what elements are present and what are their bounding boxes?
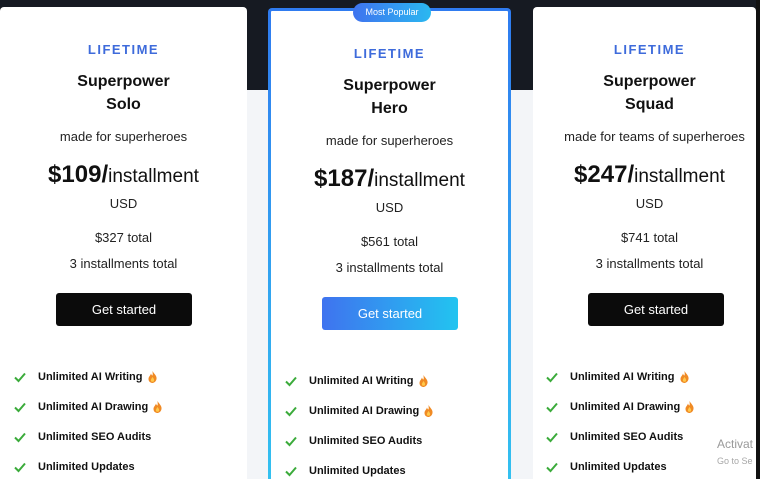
plan-tagline: made for teams of superheroes xyxy=(564,129,745,144)
feature-label: Unlimited AI Writing xyxy=(38,371,143,383)
feature-label: Unlimited SEO Audits xyxy=(570,431,684,443)
fire-icon xyxy=(685,401,694,413)
check-icon xyxy=(14,372,26,383)
plan-card-squad: LIFETIME Superpower Squad made for teams… xyxy=(533,7,756,479)
feature-label: Unlimited SEO Audits xyxy=(309,435,423,447)
plan-name-line2: Squad xyxy=(625,96,674,113)
check-icon xyxy=(546,462,558,473)
plan-card-hero: Most Popular LIFETIME Superpower Hero ma… xyxy=(268,3,511,479)
feature-item: Unlimited SEO Audits xyxy=(546,427,683,447)
feature-label: Unlimited AI Writing xyxy=(309,375,414,387)
plan-card-solo: LIFETIME Superpower Solo made for superh… xyxy=(0,7,247,479)
window-edge xyxy=(756,0,760,479)
feature-item: Unlimited SEO Audits xyxy=(285,431,422,451)
feature-item: Unlimited Updates xyxy=(14,457,135,477)
feature-label: Unlimited Updates xyxy=(570,461,667,473)
plan-installments: 3 installments total xyxy=(69,256,178,271)
plan-name-line2: Hero xyxy=(371,100,408,117)
plan-tagline: made for superheroes xyxy=(325,133,454,148)
plan-tier: LIFETIME xyxy=(353,46,426,61)
feature-label: Unlimited AI Writing xyxy=(570,371,675,383)
get-started-button[interactable]: Get started xyxy=(322,297,458,330)
plan-total: $561 total xyxy=(360,234,419,249)
get-started-button[interactable]: Get started xyxy=(588,293,724,326)
most-popular-badge: Most Popular xyxy=(353,3,431,22)
fire-icon xyxy=(680,371,689,383)
price-amount: $247 xyxy=(574,161,628,188)
fire-icon xyxy=(148,371,157,383)
feature-item: Unlimited AI Drawing xyxy=(14,397,162,417)
feature-item: Unlimited AI Writing xyxy=(546,367,689,387)
check-icon xyxy=(546,372,558,383)
feature-item: Unlimited SEO Audits xyxy=(14,427,151,447)
feature-label: Unlimited AI Drawing xyxy=(570,401,681,413)
plan-price: $187/installment xyxy=(271,165,508,193)
price-unit: installment xyxy=(634,166,725,187)
price-amount: $187 xyxy=(314,165,368,192)
check-icon xyxy=(285,466,297,477)
feature-label: Unlimited AI Drawing xyxy=(309,405,420,417)
check-icon xyxy=(546,402,558,413)
price-unit: installment xyxy=(108,166,199,187)
get-started-button[interactable]: Get started xyxy=(56,293,192,326)
plan-currency: USD xyxy=(375,200,404,215)
plan-name: Superpower Solo xyxy=(0,70,247,116)
feature-item: Unlimited AI Writing xyxy=(285,371,428,391)
plan-tier: LIFETIME xyxy=(613,42,686,57)
plan-name-line2: Solo xyxy=(106,96,141,113)
feature-label: Unlimited Updates xyxy=(309,465,406,477)
check-icon xyxy=(285,436,297,447)
fire-icon xyxy=(153,401,162,413)
feature-label: Unlimited SEO Audits xyxy=(38,431,152,443)
feature-item: Unlimited AI Drawing xyxy=(546,397,694,417)
feature-label: Unlimited AI Drawing xyxy=(38,401,149,413)
fire-icon xyxy=(419,375,428,387)
price-amount: $109 xyxy=(48,161,102,188)
plan-installments: 3 installments total xyxy=(335,260,444,275)
plan-price: $247/installment xyxy=(543,161,756,189)
check-icon xyxy=(14,432,26,443)
plan-name-line1: Superpower xyxy=(343,77,436,94)
check-icon xyxy=(14,462,26,473)
feature-item: Unlimited Updates xyxy=(546,457,667,477)
plan-total: $741 total xyxy=(620,230,679,245)
activation-watermark-subtext: Go to Se xyxy=(717,456,753,466)
fire-icon xyxy=(424,405,433,417)
check-icon xyxy=(14,402,26,413)
feature-item: Unlimited AI Drawing xyxy=(285,401,433,421)
plan-tier: LIFETIME xyxy=(87,42,160,57)
plan-price: $109/installment xyxy=(0,161,247,189)
feature-item: Unlimited AI Writing xyxy=(14,367,157,387)
plan-currency: USD xyxy=(109,196,138,211)
check-icon xyxy=(285,406,297,417)
activation-watermark: Activat xyxy=(717,437,754,451)
plan-name-line1: Superpower xyxy=(77,73,170,90)
plan-name: Superpower Squad xyxy=(543,70,756,116)
feature-label: Unlimited Updates xyxy=(38,461,135,473)
plan-installments: 3 installments total xyxy=(595,256,704,271)
plan-name: Superpower Hero xyxy=(271,74,508,120)
price-unit: installment xyxy=(374,170,465,191)
plan-total: $327 total xyxy=(94,230,153,245)
plan-tagline: made for superheroes xyxy=(59,129,188,144)
check-icon xyxy=(546,432,558,443)
plan-currency: USD xyxy=(635,196,664,211)
check-icon xyxy=(285,376,297,387)
feature-item: Unlimited Updates xyxy=(285,461,406,479)
plan-name-line1: Superpower xyxy=(603,73,696,90)
